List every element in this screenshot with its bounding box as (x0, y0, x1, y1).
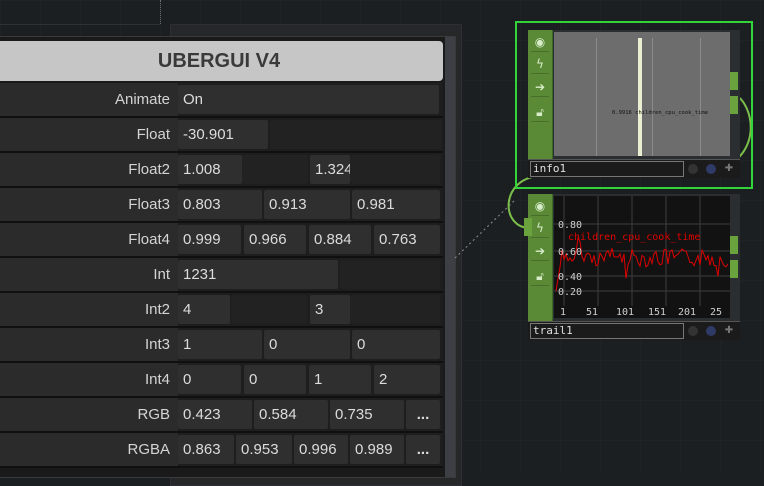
grid-line (700, 38, 701, 156)
grid-line (652, 38, 653, 156)
x-tick-label: 151 (648, 307, 666, 318)
value-bar (638, 38, 642, 156)
export-icon[interactable]: ➔ (531, 78, 549, 97)
plus-icon[interactable]: ✚ (724, 164, 734, 174)
x-tick-label: 201 (678, 307, 696, 318)
output-port[interactable] (730, 96, 738, 114)
trail-series-line (555, 236, 729, 292)
node-flag-strip: ◉ ϟ ➔ 🔓︎ (528, 30, 553, 178)
x-tick-label: 1 (560, 307, 566, 318)
export-icon[interactable]: ➔ (531, 242, 549, 261)
display-dot-icon[interactable] (706, 326, 716, 336)
y-tick-label: 0.60 (558, 247, 582, 258)
output-port[interactable] (730, 236, 738, 254)
x-tick-label: 51 (586, 307, 598, 318)
input-port[interactable] (524, 218, 532, 236)
node-footer: info1 ✚ (528, 159, 740, 178)
cook-icon[interactable]: ϟ (531, 55, 549, 74)
node-footer: trail1 ✚ (528, 321, 740, 340)
lock-icon[interactable]: 🔓︎ (531, 103, 549, 122)
info-node[interactable]: ◉ ϟ ➔ 🔓︎ 0.9916 children_cpu_cook_time i… (528, 30, 740, 178)
x-tick-label: 101 (616, 307, 634, 318)
bypass-dot-icon[interactable] (688, 164, 698, 174)
y-tick-label: 0.40 (558, 272, 582, 283)
plus-icon[interactable]: ✚ (724, 326, 734, 336)
display-dot-icon[interactable] (706, 164, 716, 174)
trail-viewer: children_cpu_cook_time 0.80 0.60 0.40 0.… (554, 196, 730, 318)
node-flag-strip: ◉ ϟ ➔ 🔓︎ (528, 194, 553, 340)
channel-label: children_cpu_cook_time (568, 232, 700, 243)
trail-node[interactable]: ◉ ϟ ➔ 🔓︎ children_cpu_cook_time 0.80 0.6… (524, 194, 740, 340)
cook-icon[interactable]: ϟ (531, 219, 549, 238)
output-port[interactable] (730, 72, 738, 90)
y-tick-label: 0.80 (558, 220, 582, 231)
x-tick-label: 25 (710, 307, 722, 318)
lock-icon[interactable]: 🔓︎ (531, 267, 549, 286)
grid-line (596, 38, 597, 156)
info-readout: 0.9916 children_cpu_cook_time (612, 110, 709, 116)
viewer-toggle-icon[interactable]: ◉ (531, 33, 549, 52)
y-tick-label: 0.20 (558, 287, 582, 298)
viewer-toggle-icon[interactable]: ◉ (531, 197, 549, 216)
output-port[interactable] (730, 260, 738, 278)
node-name[interactable]: info1 (530, 161, 684, 177)
trail-graph: children_cpu_cook_time 0.80 0.60 0.40 0.… (554, 196, 730, 318)
bypass-dot-icon[interactable] (688, 326, 698, 336)
node-name[interactable]: trail1 (530, 323, 684, 339)
info-viewer: 0.9916 children_cpu_cook_time (554, 32, 730, 156)
